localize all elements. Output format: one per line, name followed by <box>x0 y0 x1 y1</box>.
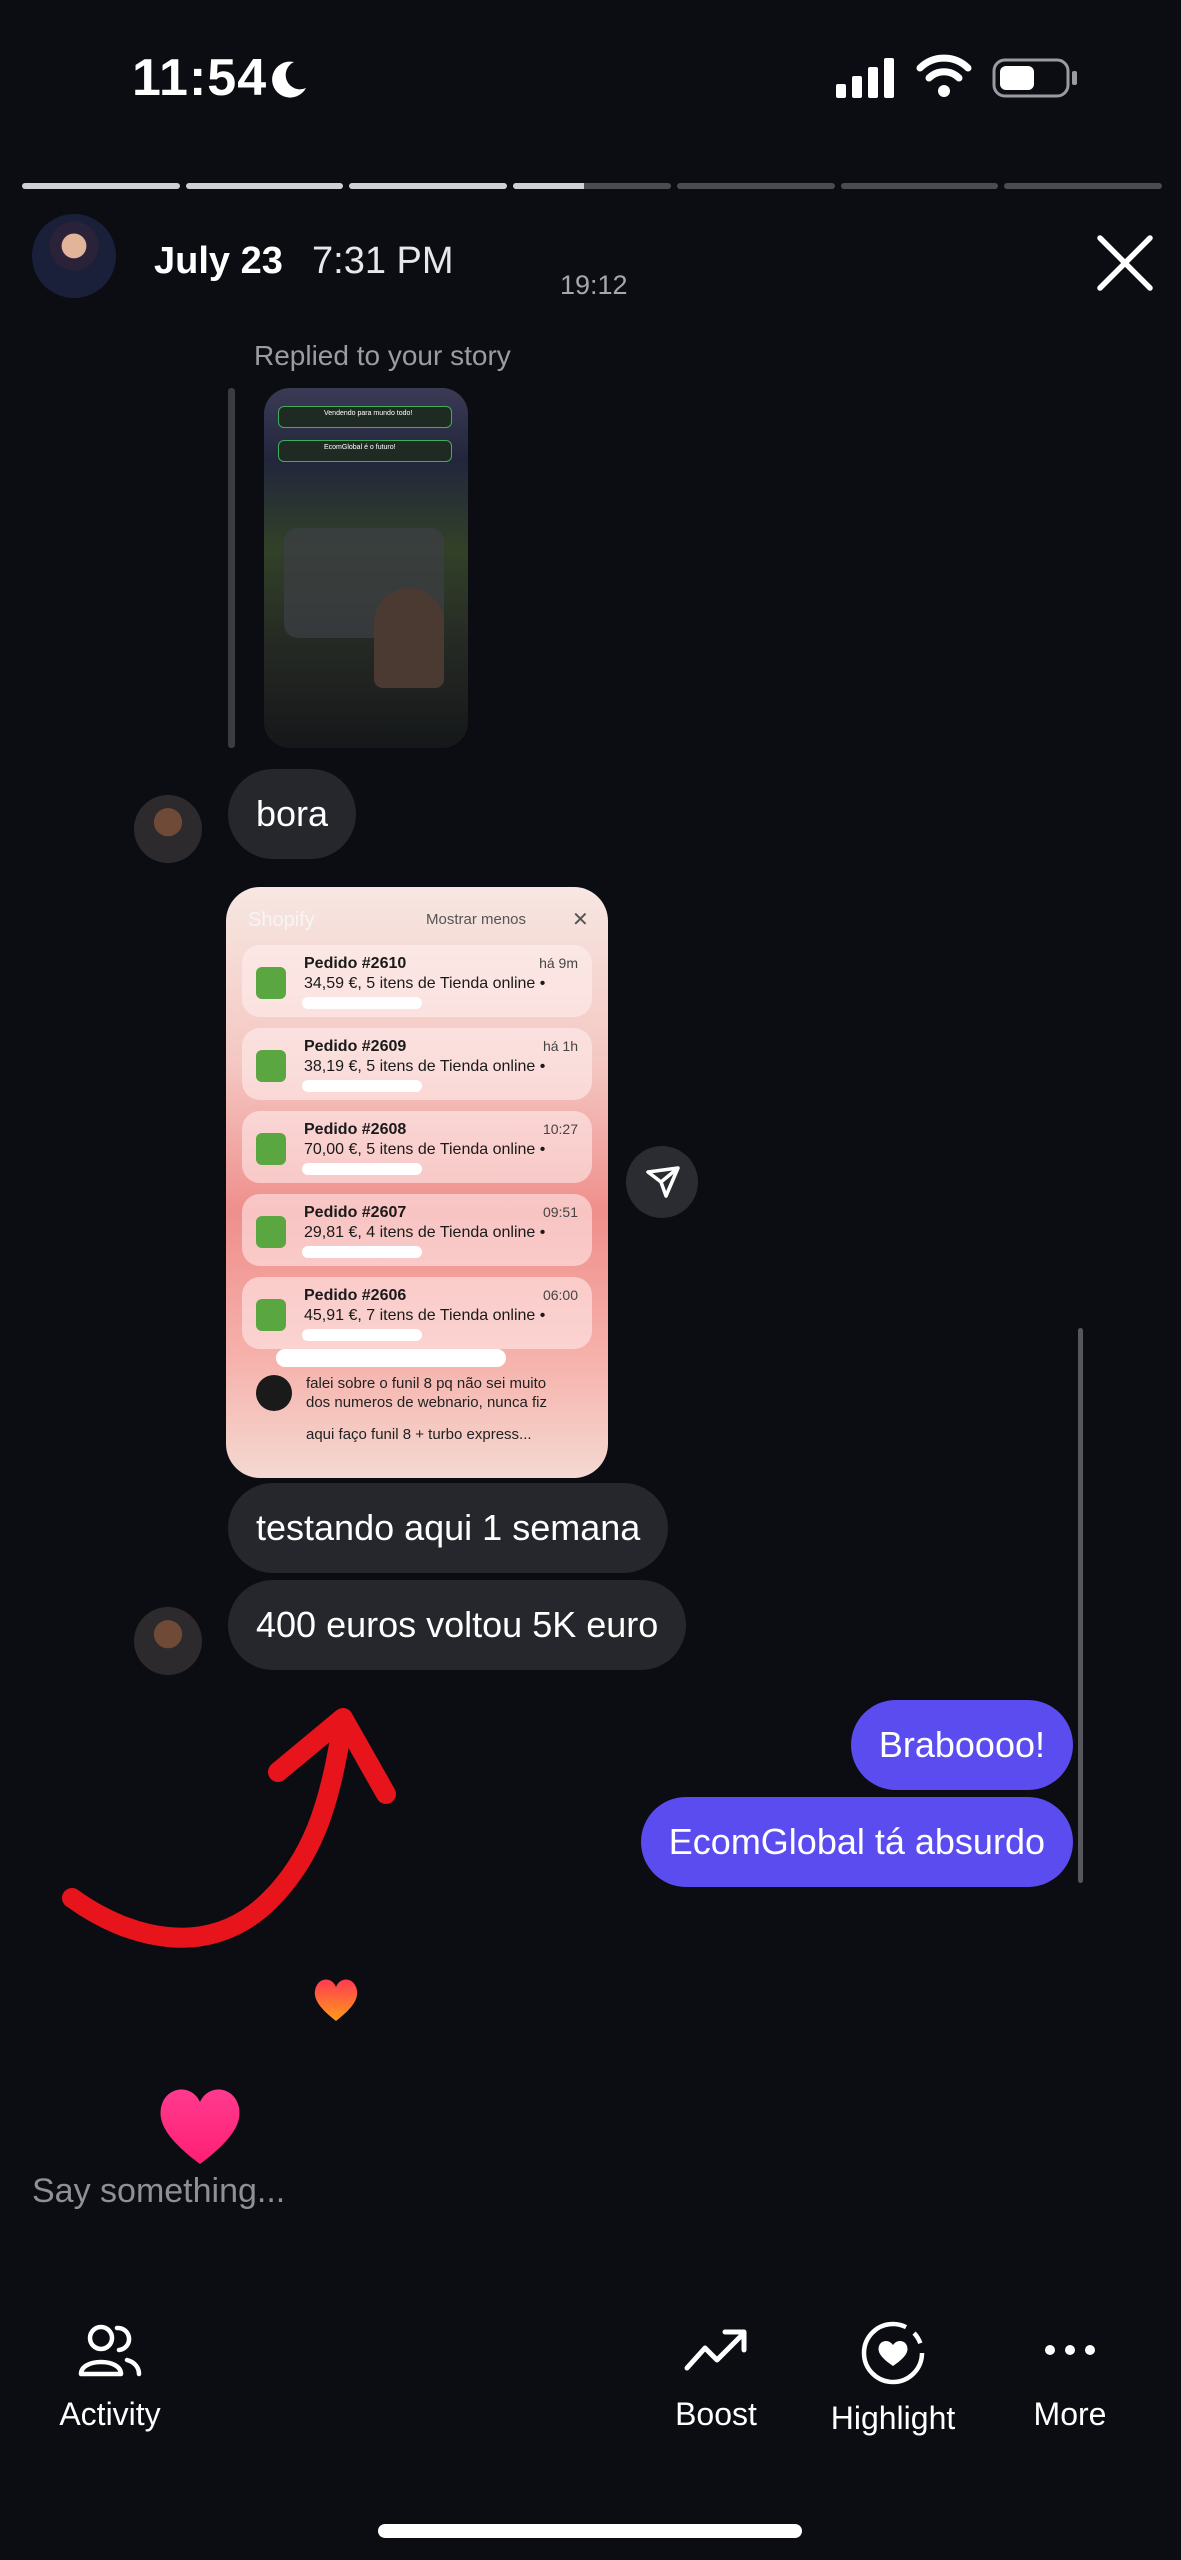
redaction-scribble <box>276 1349 506 1367</box>
shared-message-line: dos numeros de webnario, nunca fiz <box>306 1394 547 1411</box>
more-horizontal-icon <box>1045 2345 1095 2355</box>
highlight-heart-icon <box>861 2321 925 2385</box>
redaction-scribble <box>302 1163 422 1175</box>
order-notification: Pedido #2608 70,00 €, 5 itens de Tienda … <box>242 1111 592 1183</box>
order-title: Pedido #2610 <box>304 955 407 972</box>
story-progress-segment <box>676 183 835 189</box>
story-progress-fill <box>513 183 585 189</box>
redaction-scribble <box>302 997 422 1009</box>
order-title: Pedido #2606 <box>304 1287 407 1304</box>
boost-button[interactable]: Boost <box>626 2320 806 2433</box>
order-title: Pedido #2608 <box>304 1121 407 1138</box>
shopify-icon <box>256 967 286 999</box>
story-header: July 23 7:31 PM 19:12 <box>0 210 1181 310</box>
send-icon <box>646 1166 680 1198</box>
order-detail: 34,59 €, 5 itens de Tienda online • <box>304 975 546 992</box>
redaction-scribble <box>302 1329 422 1341</box>
battery-icon <box>992 58 1077 98</box>
replied-label: Replied to your story <box>254 340 511 371</box>
highlight-button[interactable]: Highlight <box>803 2320 983 2437</box>
home-indicator[interactable] <box>378 2524 802 2538</box>
shopify-icon <box>256 1133 286 1165</box>
signal-icon <box>836 58 894 98</box>
message-input[interactable]: Say something... <box>32 2172 285 2211</box>
activity-button[interactable]: Activity <box>20 2320 200 2433</box>
order-notification: Pedido #2610 34,59 €, 5 itens de Tienda … <box>242 945 592 1017</box>
arrow-annotation <box>62 1708 396 1948</box>
story-thumb-line: Vendendo para mundo todo! <box>324 410 413 417</box>
redaction-scribble <box>302 1246 422 1258</box>
order-detail: 38,19 €, 5 itens de Tienda online • <box>304 1058 546 1075</box>
sender-avatar-small <box>256 1375 292 1411</box>
more-label: More <box>1033 2396 1107 2432</box>
story-thumbnail[interactable]: Vendendo para mundo todo! EcomGlobal é o… <box>264 388 468 748</box>
shared-app-name: Shopify <box>248 909 315 931</box>
status-time: 11:54 <box>132 49 268 107</box>
order-time: 06:00 <box>542 1287 578 1303</box>
order-detail: 45,91 €, 7 itens de Tienda online • <box>304 1307 546 1324</box>
story-progress-segment <box>1004 183 1163 189</box>
order-notification: Pedido #2607 29,81 €, 4 itens de Tienda … <box>242 1194 592 1266</box>
wifi-icon <box>916 54 972 97</box>
trending-up-icon <box>684 2329 747 2371</box>
story-date: July 23 <box>154 240 283 282</box>
message-bubble-own[interactable]: EcomGlobal tá absurdo <box>640 1797 1073 1887</box>
story-timestamp: 19:12 <box>560 270 628 300</box>
message-bubble-own[interactable]: Braboooo! <box>850 1700 1073 1790</box>
message-bubble[interactable]: bora <box>228 769 357 859</box>
shopify-icon <box>256 1299 286 1331</box>
order-title: Pedido #2609 <box>304 1038 407 1055</box>
more-button[interactable]: More <box>980 2320 1160 2433</box>
close-icon[interactable] <box>1092 230 1158 296</box>
shared-message-tail: aqui faço funil 8 + turbo express... <box>306 1426 532 1443</box>
people-icon <box>78 2324 142 2377</box>
story-progress-segment <box>840 183 999 189</box>
heart-reaction-icon <box>314 1979 358 2021</box>
status-bar: 11:54 <box>0 0 1181 160</box>
story-progress-segment <box>349 183 508 189</box>
order-detail: 29,81 €, 4 itens de Tienda online • <box>304 1224 546 1241</box>
story-progress-fill <box>349 183 508 189</box>
shopify-icon <box>256 1216 286 1248</box>
order-time: 09:51 <box>542 1204 578 1220</box>
story-progress-bar <box>22 183 1163 189</box>
scrollbar[interactable] <box>1078 1328 1083 1883</box>
shopify-icon <box>256 1050 286 1082</box>
story-progress-segment <box>22 183 180 189</box>
story-progress-fill <box>185 183 344 189</box>
story-progress-segment <box>513 183 671 189</box>
story-thumb-person <box>374 588 444 688</box>
highlight-label: Highlight <box>830 2400 956 2436</box>
heart-reaction-icon <box>160 2089 240 2164</box>
shared-collapse-label: Mostrar menos <box>426 911 527 928</box>
activity-label: Activity <box>59 2396 161 2432</box>
order-time: há 9m <box>539 955 578 971</box>
sender-avatar[interactable] <box>134 795 202 863</box>
story-progress-segment <box>185 183 344 189</box>
story-progress-fill <box>22 183 180 189</box>
share-button[interactable] <box>626 1146 698 1218</box>
shared-image[interactable]: Shopify Mostrar menos ✕ Pedido #2610 34,… <box>226 887 608 1478</box>
boost-label: Boost <box>675 2396 757 2432</box>
sender-avatar[interactable] <box>134 1607 202 1675</box>
story-thumb-line: EcomGlobal é o futuro! <box>324 444 396 451</box>
message-bubble[interactable]: testando aqui 1 semana <box>228 1483 669 1573</box>
message-bubble[interactable]: 400 euros voltou 5K euro <box>228 1580 687 1670</box>
shared-message-line: falei sobre o funil 8 pq não sei muito <box>306 1375 547 1392</box>
order-time: 10:27 <box>542 1121 578 1137</box>
reply-indicator <box>228 388 235 748</box>
order-time: há 1h <box>542 1038 578 1054</box>
avatar[interactable] <box>32 214 116 298</box>
order-title: Pedido #2607 <box>304 1204 407 1221</box>
story-time: 7:31 PM <box>312 240 454 282</box>
order-notification: Pedido #2606 45,91 €, 7 itens de Tienda … <box>242 1277 592 1349</box>
close-icon: ✕ <box>572 909 589 931</box>
redaction-scribble <box>302 1080 422 1092</box>
order-notification: Pedido #2609 38,19 €, 5 itens de Tienda … <box>242 1028 592 1100</box>
moon-icon <box>272 61 306 98</box>
order-detail: 70,00 €, 5 itens de Tienda online • <box>304 1141 546 1158</box>
